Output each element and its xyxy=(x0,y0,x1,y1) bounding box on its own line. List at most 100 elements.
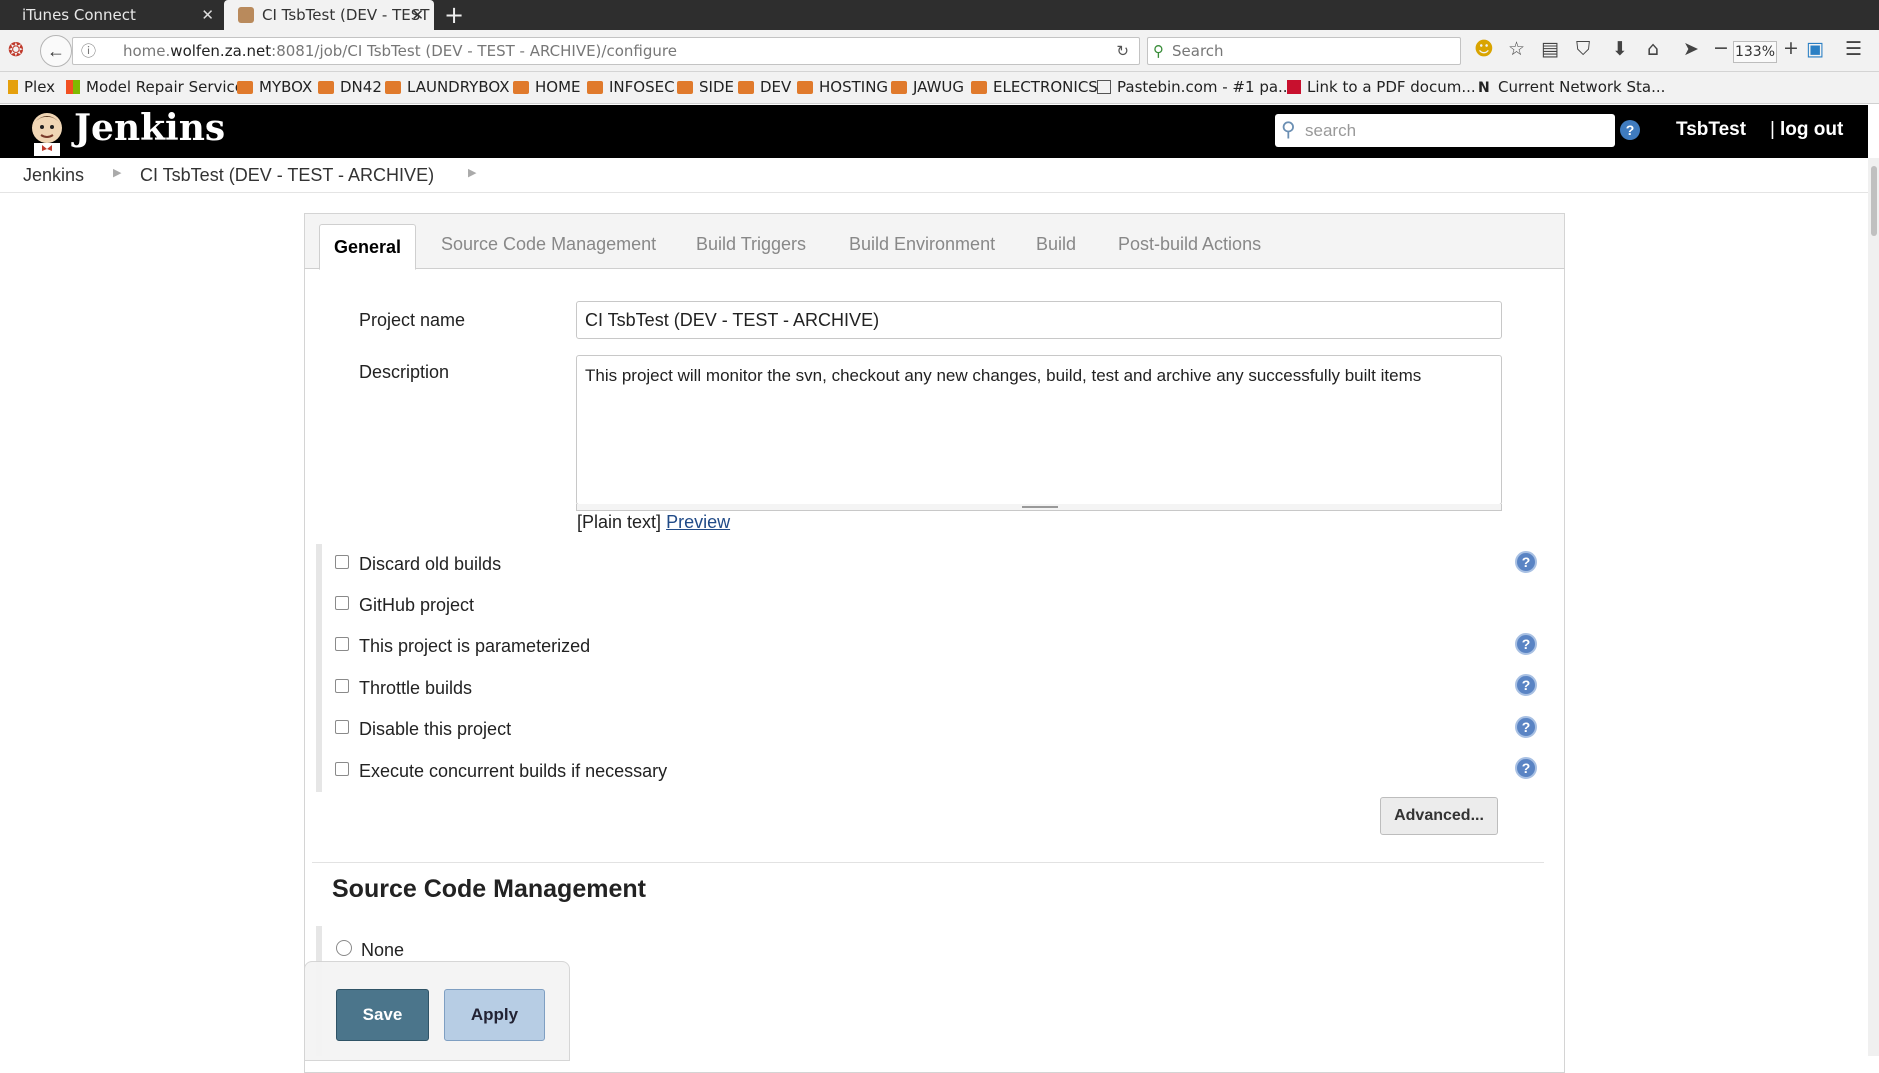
parameterized-checkbox[interactable] xyxy=(335,637,349,651)
github-project-label[interactable]: GitHub project xyxy=(359,595,474,616)
grip-icon xyxy=(1022,506,1058,508)
project-name-label: Project name xyxy=(359,310,466,330)
discard-old-builds-label[interactable]: Discard old builds xyxy=(359,554,501,575)
tab-title: CI TsbTest (DEV - TEST xyxy=(262,6,430,24)
folder-icon xyxy=(971,80,987,94)
scm-none-radio[interactable] xyxy=(336,940,352,956)
search-icon: ⚲ xyxy=(1281,119,1296,141)
bookmark-folder-dn42[interactable]: DN42 xyxy=(318,78,382,96)
description-textarea[interactable]: This project will monitor the svn, check… xyxy=(576,355,1502,505)
home-icon[interactable]: ⌂ xyxy=(1647,38,1659,60)
browser-tab-jenkins[interactable]: CI TsbTest (DEV - TEST ✕ xyxy=(224,0,434,30)
throttle-builds-checkbox[interactable] xyxy=(335,679,349,693)
jenkins-header: Jenkins ⚲ search ? TsbTest | log out xyxy=(0,105,1868,158)
help-icon[interactable]: ? xyxy=(1515,633,1537,655)
jenkins-search-input[interactable]: ⚲ search xyxy=(1275,114,1615,147)
page-scrollbar[interactable] xyxy=(1868,158,1879,1056)
tab-build[interactable]: Build xyxy=(1036,234,1076,255)
breadcrumb-jenkins[interactable]: Jenkins xyxy=(23,165,84,186)
reload-icon[interactable]: ↻ xyxy=(1116,38,1129,64)
help-icon[interactable]: ? xyxy=(1515,757,1537,779)
help-icon[interactable]: ? xyxy=(1515,674,1537,696)
bookmark-folder-home[interactable]: HOME xyxy=(513,78,581,96)
breadcrumb-job[interactable]: CI TsbTest (DEV - TEST - ARCHIVE) xyxy=(140,165,434,186)
bookmark-folder-jawug[interactable]: JAWUG xyxy=(891,78,964,96)
reading-list-icon[interactable]: ▤ xyxy=(1541,38,1559,60)
extension-icon[interactable]: ☻ xyxy=(1474,38,1494,60)
bookmark-folder-infosec[interactable]: INFOSEC xyxy=(587,78,675,96)
scrollbar-thumb[interactable] xyxy=(1871,166,1877,236)
bookmark-network-status[interactable]: N Current Network Sta... xyxy=(1478,78,1665,96)
jenkins-butler-logo[interactable] xyxy=(24,108,70,156)
bookmark-pdf[interactable]: Link to a PDF docum... xyxy=(1287,78,1476,96)
project-name-input[interactable]: CI TsbTest (DEV - TEST - ARCHIVE) xyxy=(576,301,1502,339)
firefox-menu-icon[interactable]: ❂ xyxy=(8,39,24,61)
discard-old-builds-checkbox[interactable] xyxy=(335,555,349,569)
help-icon[interactable]: ? xyxy=(1620,120,1640,140)
tab-build-triggers[interactable]: Build Triggers xyxy=(696,234,806,255)
disable-project-label[interactable]: Disable this project xyxy=(359,719,511,740)
folder-icon xyxy=(513,80,529,94)
textarea-resize-handle[interactable] xyxy=(576,504,1502,511)
bookmark-star-icon[interactable]: ☆ xyxy=(1508,38,1525,60)
zoom-out-icon[interactable]: − xyxy=(1713,37,1729,59)
info-icon[interactable]: ⓘ xyxy=(81,38,96,64)
close-icon[interactable]: ✕ xyxy=(411,6,424,24)
bookmark-folder-laundrybox[interactable]: LAUNDRYBOX xyxy=(385,78,510,96)
bookmark-model-repair[interactable]: Model Repair Service xyxy=(66,78,244,96)
bookmark-folder-mybox[interactable]: MYBOX xyxy=(237,78,312,96)
bookmark-folder-electronics[interactable]: ELECTRONICS xyxy=(971,78,1098,96)
pocket-icon[interactable]: ⛉ xyxy=(1576,38,1590,60)
apply-button[interactable]: Apply xyxy=(444,989,545,1041)
folder-icon xyxy=(587,80,603,94)
jenkins-title[interactable]: Jenkins xyxy=(74,107,225,149)
browser-search-placeholder: Search xyxy=(1172,42,1224,60)
tab-post-build-actions[interactable]: Post-build Actions xyxy=(1118,234,1261,255)
disable-project-checkbox[interactable] xyxy=(335,720,349,734)
zoom-in-icon[interactable]: + xyxy=(1783,37,1799,59)
download-icon[interactable]: ⬇ xyxy=(1612,38,1628,60)
tab-source-code-management[interactable]: Source Code Management xyxy=(441,234,656,255)
bookmark-folder-side[interactable]: SIDE xyxy=(677,78,734,96)
addon-icon[interactable]: ▣ xyxy=(1806,38,1824,60)
tab-general[interactable]: General xyxy=(319,224,417,270)
bookmark-folder-dev[interactable]: DEV xyxy=(738,78,791,96)
bookmark-pastebin[interactable]: Pastebin.com - #1 pa... xyxy=(1097,78,1292,96)
plex-icon xyxy=(8,80,18,94)
folder-icon xyxy=(738,80,754,94)
back-button[interactable]: ← xyxy=(40,35,72,67)
throttle-builds-label[interactable]: Throttle builds xyxy=(359,678,472,699)
save-button[interactable]: Save xyxy=(336,989,429,1041)
help-icon[interactable]: ? xyxy=(1515,551,1537,573)
hamburger-menu-icon[interactable]: ☰ xyxy=(1845,38,1862,60)
chevron-right-icon[interactable]: ▶ xyxy=(113,166,121,179)
zoom-level[interactable]: 133% xyxy=(1733,41,1777,63)
search-engine-icon: ⚲ xyxy=(1153,42,1164,60)
bookmark-folder-hosting[interactable]: HOSTING xyxy=(797,78,888,96)
chevron-right-icon[interactable]: ▶ xyxy=(468,166,476,179)
help-icon[interactable]: ? xyxy=(1515,716,1537,738)
url-host: wolfen.za.net xyxy=(170,42,272,60)
url-bar[interactable]: ⓘ home.wolfen.za.net:8081/job/CI TsbTest… xyxy=(72,37,1140,65)
tab-build-environment[interactable]: Build Environment xyxy=(849,234,995,255)
browser-tab-itunes[interactable]: iTunes Connect ✕ xyxy=(0,0,224,30)
parameterized-label[interactable]: This project is parameterized xyxy=(359,636,590,657)
description-format: [Plain text] Preview xyxy=(577,512,730,533)
browser-search-input[interactable]: ⚲ Search xyxy=(1147,37,1461,65)
close-icon[interactable]: ✕ xyxy=(201,6,214,24)
logout-link[interactable]: log out xyxy=(1780,119,1843,141)
pdf-icon xyxy=(1287,80,1301,94)
preview-link[interactable]: Preview xyxy=(666,512,730,532)
user-link[interactable]: TsbTest xyxy=(1676,119,1746,141)
concurrent-builds-checkbox[interactable] xyxy=(335,762,349,776)
advanced-button[interactable]: Advanced... xyxy=(1380,797,1498,835)
url-prefix: home. xyxy=(123,42,171,60)
microsoft-icon xyxy=(66,80,80,94)
send-icon[interactable]: ➤ xyxy=(1683,38,1699,60)
github-project-checkbox[interactable] xyxy=(335,596,349,610)
jenkins-search-placeholder: search xyxy=(1305,121,1357,140)
scm-none-label[interactable]: None xyxy=(361,940,404,961)
new-tab-icon[interactable]: + xyxy=(444,1,464,29)
concurrent-builds-label[interactable]: Execute concurrent builds if necessary xyxy=(359,761,667,782)
bookmark-plex[interactable]: Plex xyxy=(8,78,55,96)
